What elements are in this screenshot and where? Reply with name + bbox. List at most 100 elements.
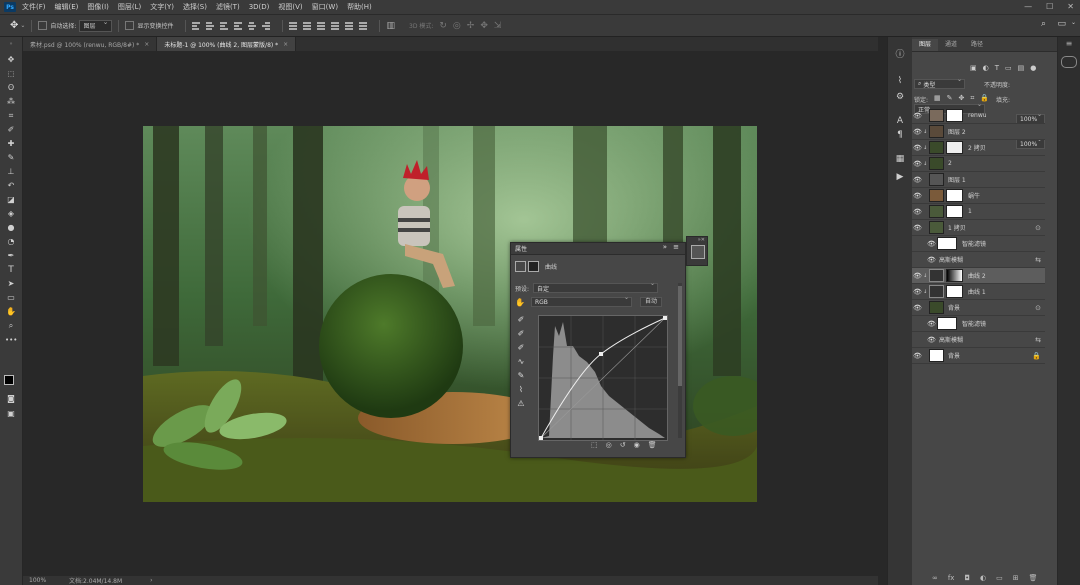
distribute-hcenter-icon[interactable] [345, 21, 354, 30]
lock-artboard-icon[interactable]: ⌗ [970, 94, 974, 103]
target-adjust-icon[interactable]: ✋ [515, 298, 525, 307]
panel-menu-icon[interactable]: ≡ [1058, 39, 1080, 48]
visibility-eye-icon[interactable]: 👁 [912, 288, 923, 296]
auto-select-dropdown[interactable]: 图层 [79, 18, 113, 32]
quick-mask-icon[interactable]: ◙ [5, 394, 17, 404]
distribute-right-icon[interactable] [359, 21, 368, 30]
visibility-eye-icon[interactable]: 👁 [912, 192, 923, 200]
distribute-top-icon[interactable] [289, 21, 298, 30]
edit-points-curve-icon[interactable]: ∿ [515, 356, 527, 368]
layer-mask-thumbnail[interactable] [946, 285, 963, 298]
smart-filter-row[interactable]: 👁 智能滤镜 [912, 316, 1045, 332]
menu-layer[interactable]: 图层(L) [118, 2, 141, 12]
align-hcenter-icon[interactable] [248, 21, 257, 30]
align-left-icon[interactable] [234, 21, 243, 30]
visibility-eye-icon[interactable]: 👁 [912, 144, 923, 152]
new-adjustment-icon[interactable]: ◐ [980, 574, 986, 582]
properties-scrollbar[interactable] [678, 283, 682, 438]
smart-filter-row[interactable]: 👁 智能滤镜 [912, 236, 1045, 252]
tool-preset-chevron-icon[interactable]: ⌄ [20, 22, 25, 29]
layer-row[interactable]: 👁 ↓ 曲线 1 [912, 284, 1045, 300]
3d-scale-icon[interactable]: ⇲ [494, 21, 502, 31]
menu-image[interactable]: 图像(I) [87, 2, 109, 12]
distribute-vcenter-icon[interactable] [303, 21, 312, 30]
dock-collapse-icon[interactable]: »✕ [687, 237, 707, 243]
layer-mask-thumbnail[interactable] [946, 141, 963, 154]
clone-stamp-tool-icon[interactable]: ⊥ [5, 167, 17, 177]
status-arrow-icon[interactable]: › [150, 577, 152, 584]
layer-mask-thumbnail[interactable] [946, 205, 963, 218]
3d-pan-icon[interactable]: ✢ [467, 21, 475, 31]
eyedropper-tool-icon[interactable]: ✐ [5, 125, 17, 135]
layer-mask-thumbnail[interactable] [946, 109, 963, 122]
more-tools-icon[interactable]: ••• [5, 335, 17, 345]
adjustments-icon[interactable]: ⚙ [894, 91, 906, 103]
lasso-tool-icon[interactable]: ʘ [5, 83, 17, 93]
new-layer-icon[interactable]: ⊞ [1013, 574, 1019, 582]
smart-filter-row[interactable]: 👁 高斯模糊 ⇆ [912, 252, 1045, 268]
layer-mask-icon[interactable] [528, 261, 539, 272]
visibility-eye-icon[interactable]: 👁 [912, 208, 923, 216]
layer-row[interactable]: 👁 1 拷贝 ⊙ [912, 220, 1045, 236]
3d-slide-icon[interactable]: ✥ [480, 21, 488, 31]
visibility-icon[interactable]: ◉ [634, 441, 640, 449]
close-tab-icon[interactable]: × [144, 41, 149, 48]
view-previous-icon[interactable]: ◎ [606, 441, 612, 449]
collapse-panel-icon[interactable]: » [663, 243, 667, 251]
auto-align-icon[interactable]: ▥ [386, 21, 395, 31]
align-vcenter-icon[interactable] [206, 21, 215, 30]
zoom-level[interactable]: 100% [29, 577, 57, 584]
distribute-bottom-icon[interactable] [317, 21, 326, 30]
smart-filter-row[interactable]: 👁 高斯模糊 ⇆ [912, 332, 1045, 348]
close-tab-icon[interactable]: × [283, 41, 288, 48]
layer-row[interactable]: 👁 ↓ 2 [912, 156, 1045, 172]
hand-tool-icon[interactable]: ✋ [5, 307, 17, 317]
brush-tool-icon[interactable]: ✎ [5, 153, 17, 163]
clip-to-layer-icon[interactable]: ⬚ [591, 441, 598, 449]
add-mask-icon[interactable]: ◘ [964, 574, 970, 582]
delete-layer-icon[interactable]: 🗑 [1029, 574, 1038, 582]
visibility-eye-icon[interactable]: 👁 [926, 336, 937, 344]
reset-icon[interactable]: ↺ [620, 441, 626, 449]
toolbar-collapse-icon[interactable]: » [5, 39, 17, 49]
smart-filter-mask[interactable] [937, 317, 957, 330]
pen-tool-icon[interactable]: ✒ [5, 251, 17, 261]
visibility-eye-icon[interactable]: 👁 [926, 256, 937, 264]
crop-tool-icon[interactable]: ⌗ [5, 111, 17, 121]
lock-image-icon[interactable]: ✎ [947, 94, 953, 103]
menu-filter[interactable]: 滤镜(T) [216, 2, 240, 12]
filter-shape-icon[interactable]: ▭ [1005, 64, 1012, 72]
layer-row-selected[interactable]: 👁 ↓ 曲线 2 [912, 268, 1045, 284]
move-tool-icon[interactable]: ✥ [5, 55, 17, 65]
layer-mask-thumbnail[interactable] [946, 189, 963, 202]
tab-document-2[interactable]: 未标题-1 @ 100% (曲线 2, 图层蒙版/8) * × [157, 37, 297, 51]
info-icon[interactable]: ⓘ [894, 49, 906, 61]
gray-point-eyedropper-icon[interactable]: ✐ [515, 328, 527, 340]
search-icon[interactable]: ⌕ [1041, 19, 1046, 29]
tab-channels[interactable]: 通道 [938, 39, 964, 51]
visibility-eye-icon[interactable]: 👁 [912, 112, 923, 120]
distribute-left-icon[interactable] [331, 21, 340, 30]
layer-style-icon[interactable]: fx [948, 574, 955, 582]
layer-row[interactable]: 👁 ↓ 2 拷贝 [912, 140, 1045, 156]
visibility-eye-icon[interactable]: 👁 [926, 320, 937, 328]
layer-row[interactable]: 👁 背景 ⊙ [912, 300, 1045, 316]
curves-graph[interactable] [538, 315, 668, 441]
lock-all-icon[interactable]: 🔒 [980, 94, 989, 103]
clipping-warning-icon[interactable]: ⚠ [515, 398, 527, 410]
lock-transparent-icon[interactable]: ▦ [934, 94, 941, 103]
menu-type[interactable]: 文字(Y) [150, 2, 174, 12]
path-selection-tool-icon[interactable]: ➤ [5, 279, 17, 289]
tab-paths[interactable]: 路径 [964, 39, 990, 51]
zoom-tool-icon[interactable]: ⌕ [5, 321, 17, 331]
paragraph-icon[interactable]: ¶ [894, 129, 906, 141]
type-tool-icon[interactable]: T [5, 265, 17, 275]
panel-menu-icon[interactable]: ≡ [673, 243, 679, 251]
smart-filter-mask[interactable] [937, 237, 957, 250]
workspace-chevron-icon[interactable]: ⌄ [1071, 19, 1076, 26]
document-size[interactable]: 文档:2.04M/14.8M [69, 576, 122, 585]
auto-button[interactable]: 自动 [639, 297, 662, 307]
menu-view[interactable]: 视图(V) [278, 2, 302, 12]
tab-layers[interactable]: 图层 [912, 39, 939, 51]
dodge-tool-icon[interactable]: ◔ [5, 237, 17, 247]
